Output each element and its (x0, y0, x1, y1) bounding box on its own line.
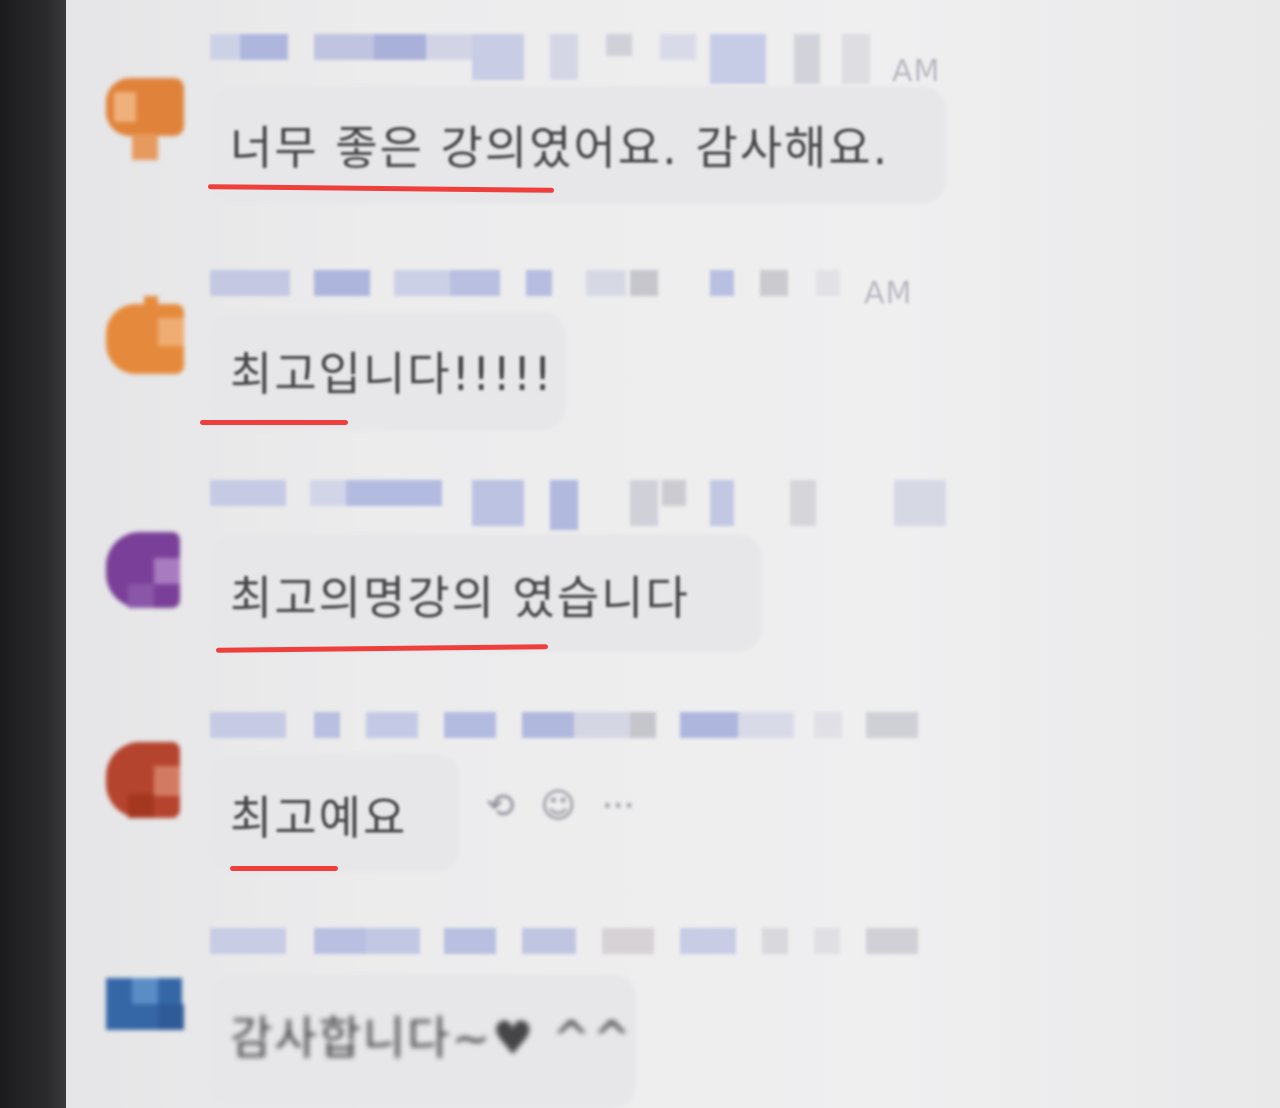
user-avatar[interactable] (106, 78, 184, 160)
chat-message[interactable]: 감사합니다~♥ ^^ (66, 908, 1280, 1108)
user-avatar[interactable] (106, 978, 184, 1056)
chat-screen: AM 너무 좋은 강의였어요. 감사해요. AM 최고입니다!!!!! 최고의명… (0, 0, 1280, 1108)
message-text: 최고예요 (230, 791, 408, 845)
message-meta-redacted (210, 34, 950, 84)
chat-feed[interactable]: AM 너무 좋은 강의였어요. 감사해요. AM 최고입니다!!!!! 최고의명… (66, 0, 1280, 1108)
message-meta-redacted (210, 928, 950, 958)
chat-message[interactable]: AM 너무 좋은 강의였어요. 감사해요. (66, 0, 1280, 230)
message-time: AM (892, 54, 941, 89)
message-text: 최고입니다!!!!! (230, 347, 554, 401)
user-avatar[interactable] (106, 296, 184, 374)
chat-message[interactable]: 최고의명강의 였습니다 (66, 472, 1280, 692)
message-meta-redacted (210, 480, 950, 530)
message-text: 너무 좋은 강의였어요. 감사해요. (230, 121, 890, 175)
chat-message[interactable]: 최고예요 ⟲ ☺ ··· (66, 692, 1280, 902)
message-meta-redacted (210, 270, 950, 300)
message-text: 최고의명강의 였습니다 (230, 571, 690, 625)
message-meta-redacted (210, 712, 950, 742)
message-time: AM (864, 276, 913, 311)
user-avatar[interactable] (106, 742, 184, 820)
annotation-underline (230, 866, 338, 871)
annotation-underline (200, 420, 348, 425)
chat-message[interactable]: AM 최고입니다!!!!! (66, 250, 1280, 460)
message-hover-actions: ⟲ ☺ ··· (486, 786, 660, 826)
add-reaction-icon[interactable]: ☺ (541, 786, 576, 826)
message-text: 감사합니다~♥ ^^ (230, 1011, 634, 1065)
monitor-bezel (0, 0, 66, 1108)
user-avatar[interactable] (106, 532, 184, 610)
more-options-icon[interactable]: ··· (602, 786, 634, 826)
reply-icon[interactable]: ⟲ (486, 786, 515, 826)
